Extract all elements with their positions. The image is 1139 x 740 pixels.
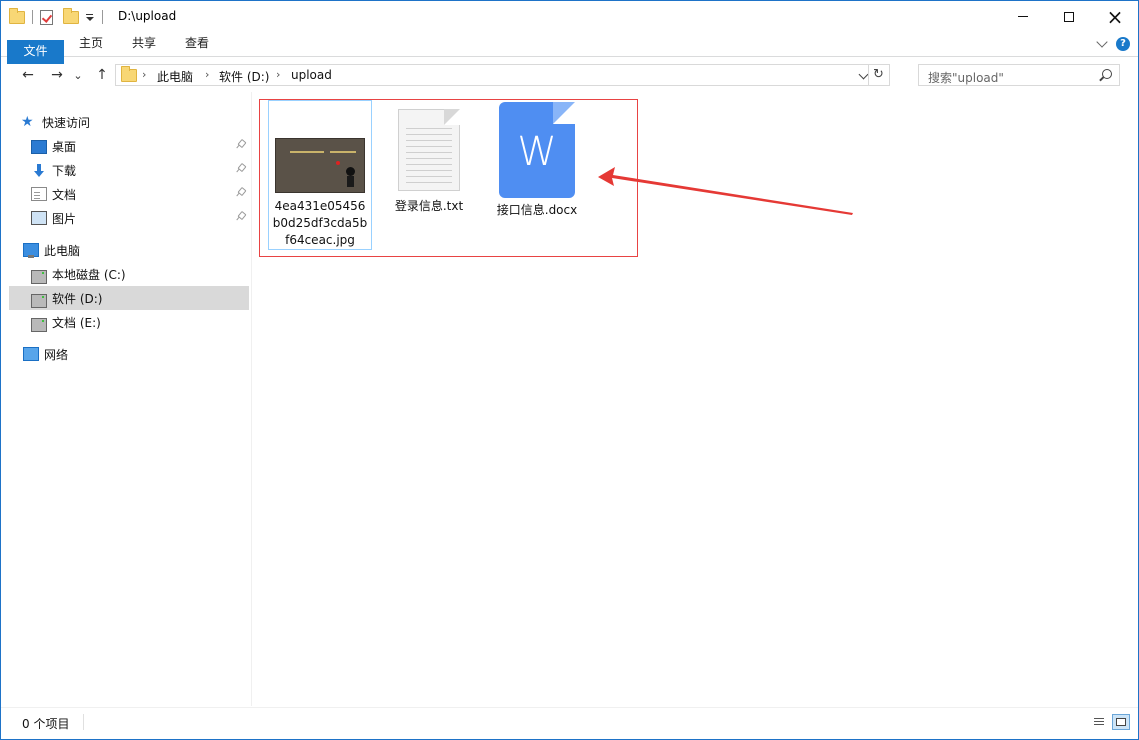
drive-icon — [31, 318, 47, 332]
toolbar-divider — [32, 10, 33, 24]
expand-ribbon-icon[interactable] — [1096, 36, 1108, 48]
desktop-icon — [31, 139, 47, 154]
sidebar-item-label: 图片 — [52, 211, 77, 226]
sidebar-item-this-pc[interactable]: 此电脑 — [23, 238, 249, 262]
breadcrumb-drive-d[interactable]: 软件 (D:) — [219, 68, 269, 85]
status-bar: 0 个项目 — [1, 707, 1138, 739]
up-arrow-icon: ↑ — [96, 67, 108, 83]
sidebar-item-drive-d[interactable]: 软件 (D:) — [9, 286, 249, 310]
close-button[interactable]: × — [1092, 1, 1138, 32]
status-divider — [83, 714, 84, 730]
sidebar-item-desktop[interactable]: 桌面 — [31, 134, 249, 158]
new-folder-icon[interactable] — [63, 7, 79, 24]
tab-view[interactable]: 查看 — [173, 32, 221, 56]
back-button[interactable]: ← — [18, 65, 38, 85]
annotation-arrow — [598, 167, 853, 215]
toolbar-divider — [102, 10, 103, 24]
pin-icon[interactable] — [236, 164, 245, 173]
details-view-button[interactable] — [1090, 714, 1108, 730]
file-list: 4ea431e05456b0d25df3cda5bf64ceac.jpg 登录信… — [253, 92, 1138, 706]
folder-icon — [9, 7, 25, 24]
customize-toolbar-icon[interactable] — [85, 11, 95, 23]
refresh-button[interactable]: ↻ — [868, 65, 888, 85]
computer-icon — [23, 243, 39, 258]
title-bar: D:\upload × — [1, 1, 1138, 32]
minimize-button[interactable] — [1000, 1, 1046, 32]
chevron-down-icon: ⌄ — [73, 68, 83, 82]
recent-locations-button[interactable]: ⌄ — [71, 65, 85, 85]
sidebar-item-label: 本地磁盘 (C:) — [52, 267, 126, 282]
refresh-icon: ↻ — [873, 67, 884, 82]
sidebar-item-label: 桌面 — [52, 139, 77, 154]
sidebar-item-label: 快速访问 — [42, 115, 91, 130]
documents-icon — [31, 187, 47, 201]
forward-arrow-icon: → — [51, 67, 63, 83]
minimize-icon — [1018, 16, 1028, 17]
pictures-icon — [31, 211, 47, 225]
window-controls: × — [1000, 1, 1138, 32]
sidebar-item-label: 网络 — [44, 347, 69, 362]
sidebar-item-downloads[interactable]: 下载 — [31, 158, 249, 182]
tab-home[interactable]: 主页 — [67, 32, 115, 56]
address-dropdown-icon[interactable] — [858, 69, 869, 80]
pin-icon[interactable] — [236, 188, 245, 197]
search-placeholder: 搜索"upload" — [928, 71, 1004, 85]
navigation-pane: ★ 快速访问 桌面 下载 文档 图片 此电脑 本地磁盘 (C:) 软件 (D:)… — [1, 92, 252, 706]
back-arrow-icon: ← — [22, 67, 34, 83]
ribbon-right-controls: ? — [1096, 36, 1130, 51]
maximize-button[interactable] — [1046, 1, 1092, 32]
navigation-bar: ← → ⌄ ↑ › 此电脑 › 软件 (D:) › upload ↻ 搜索"up… — [1, 58, 1138, 92]
address-bar[interactable]: › 此电脑 › 软件 (D:) › upload ↻ — [115, 64, 890, 86]
sidebar-item-drive-c[interactable]: 本地磁盘 (C:) — [31, 262, 249, 286]
details-view-icon — [1094, 718, 1104, 719]
explorer-window: D:\upload × 文件 主页 共享 查看 ? ← → ⌄ ↑ › 此电脑 … — [0, 0, 1139, 740]
drive-icon — [31, 294, 47, 308]
star-icon: ★ — [21, 114, 34, 130]
quick-access-toolbar — [9, 7, 106, 27]
chevron-right-icon: › — [276, 68, 281, 81]
network-icon — [23, 347, 39, 361]
tab-share[interactable]: 共享 — [119, 32, 169, 56]
close-icon: × — [1106, 4, 1124, 29]
maximize-icon — [1064, 11, 1074, 22]
properties-icon[interactable] — [40, 9, 53, 25]
sidebar-item-documents[interactable]: 文档 — [31, 182, 249, 206]
sidebar-item-label: 下载 — [52, 163, 77, 178]
up-button[interactable]: ↑ — [92, 65, 112, 85]
search-icon — [1102, 69, 1112, 79]
ribbon-tabs: 文件 主页 共享 查看 ? — [1, 32, 1138, 64]
sidebar-item-label: 软件 (D:) — [52, 291, 103, 306]
sidebar-item-network[interactable]: 网络 — [23, 342, 249, 366]
pin-icon[interactable] — [236, 212, 245, 221]
sidebar-item-pictures[interactable]: 图片 — [31, 206, 249, 230]
drive-icon — [31, 270, 47, 284]
pin-icon[interactable] — [236, 140, 245, 149]
breadcrumb-this-pc[interactable]: 此电脑 — [157, 68, 193, 85]
folder-icon — [121, 66, 137, 82]
download-icon — [31, 163, 47, 177]
item-count: 0 个项目 — [22, 717, 70, 731]
sidebar-item-label: 此电脑 — [44, 243, 81, 258]
arrow-shape — [598, 167, 853, 215]
sidebar-item-label: 文档 — [52, 187, 77, 202]
help-icon[interactable]: ? — [1116, 37, 1130, 51]
sidebar-item-quick-access[interactable]: ★ 快速访问 — [21, 110, 249, 134]
sidebar-item-label: 文档 (E:) — [52, 315, 101, 330]
large-icons-view-button[interactable] — [1112, 714, 1130, 730]
sidebar-item-drive-e[interactable]: 文档 (E:) — [31, 310, 249, 334]
window-title: D:\upload — [118, 9, 177, 23]
chevron-right-icon: › — [205, 68, 210, 81]
view-switcher — [1090, 714, 1130, 730]
large-icons-view-icon — [1116, 718, 1126, 726]
breadcrumb-upload[interactable]: upload — [291, 68, 332, 82]
search-box[interactable]: 搜索"upload" — [918, 64, 1120, 86]
chevron-right-icon: › — [142, 68, 147, 81]
forward-button[interactable]: → — [47, 65, 67, 85]
